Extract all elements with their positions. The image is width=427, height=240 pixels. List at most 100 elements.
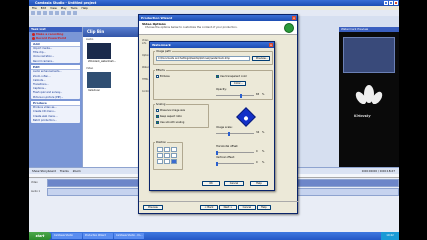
smooth-scaling-checkbox[interactable]: Use smooth scaling	[156, 121, 184, 124]
position-bottom-right[interactable]	[171, 159, 177, 164]
task-link[interactable]: Record camera...	[31, 59, 80, 63]
record-powerpoint-link[interactable]: Record PowerPoint	[29, 36, 82, 40]
close-icon[interactable]	[394, 1, 398, 5]
use-transparent-checkbox[interactable]: Use transparent color	[216, 75, 247, 78]
next-button[interactable]: Next >	[218, 205, 237, 210]
opacity-label: Opacity:	[216, 88, 227, 91]
keep-aspect-checkbox[interactable]: Keep aspect ratio	[156, 115, 182, 118]
h-offset-label: Horizontal offset:	[216, 145, 239, 148]
maximize-icon[interactable]	[389, 1, 393, 5]
checkbox-box	[156, 75, 159, 78]
minimize-icon[interactable]	[384, 1, 388, 5]
position-middle-left[interactable]	[157, 153, 163, 158]
camtasia-logo-icon	[284, 23, 294, 33]
position-middle-right[interactable]	[171, 153, 177, 158]
v-offset-slider[interactable]	[216, 161, 254, 166]
zoom-button[interactable]: Zoom	[73, 168, 81, 174]
scaling-label: Scaling	[155, 103, 167, 106]
watermark-dialog: Watermark × Image path C:\Documents and …	[149, 41, 275, 191]
preview-logo-text: Kirlovsky	[354, 114, 371, 118]
audio-clip-thumbnail[interactable]: 204-black_watermark...	[87, 43, 116, 63]
tracks-button[interactable]: Tracks	[60, 168, 69, 174]
help-button[interactable]: Help	[250, 181, 268, 186]
start-button[interactable]: start	[29, 232, 51, 240]
image-preview-button[interactable]: Preview...	[252, 56, 270, 61]
percent-sign: %	[262, 131, 265, 134]
color-button[interactable]: Color...	[230, 81, 246, 86]
opacity-slider[interactable]	[216, 93, 254, 98]
video-clip-thumbnail[interactable]: Ireliuit.avi	[87, 72, 111, 92]
v-offset-value: 0	[256, 161, 258, 164]
wizard-title: Production Wizard	[141, 16, 173, 20]
wizard-cancel-button[interactable]: Cancel	[237, 205, 256, 210]
ok-button[interactable]: OK	[202, 181, 220, 186]
percent-sign: %	[262, 93, 265, 96]
effects-group	[153, 70, 273, 100]
close-icon[interactable]: ×	[269, 43, 273, 47]
redo-icon[interactable]	[73, 11, 77, 15]
position-top-right[interactable]	[171, 147, 177, 152]
windows-taskbar: start Camtasia Studio Production Wizard …	[29, 232, 399, 240]
preview-title: Watermark Preview	[339, 27, 399, 32]
wizard-preview-button[interactable]: Preview	[143, 205, 163, 210]
image-scale-slider[interactable]	[216, 131, 254, 136]
taskbar-item[interactable]: Camtasia Studio	[52, 233, 82, 239]
new-icon[interactable]	[31, 11, 35, 15]
cut-icon[interactable]	[49, 11, 53, 15]
task-link[interactable]: Batch production...	[31, 118, 80, 122]
wizard-header: Video Options Choose the options below t…	[139, 21, 297, 35]
timecode: 0:00:00:00 / 0:00:18:27	[361, 169, 395, 173]
task-section-produce: Produce Produce video as... Create CD me…	[31, 101, 80, 123]
checkbox-box	[216, 75, 219, 78]
task-list-pane: Task List Make a recording Record PowerP…	[29, 27, 82, 167]
record-icon	[32, 36, 35, 40]
taskbar-item[interactable]: Camtasia Studio - Un...	[114, 233, 144, 239]
emboss-checkbox[interactable]: Emboss	[156, 75, 170, 78]
taskbar-item[interactable]: Production Wizard	[83, 233, 113, 239]
v-offset-label: Vertical offset:	[216, 156, 235, 159]
position-center[interactable]	[164, 153, 170, 158]
watermark-titlebar: Watermark ×	[150, 42, 274, 48]
back-button[interactable]: < Back	[199, 205, 218, 210]
effects-label: Effects	[155, 69, 166, 72]
video-clip-name: Ireliuit.avi	[88, 89, 100, 92]
paste-icon[interactable]	[61, 11, 65, 15]
preserve-size-checkbox[interactable]: Preserve image size	[156, 109, 185, 112]
show-storyboard-button[interactable]: Show Storyboard	[32, 168, 56, 174]
task-section-add: Add Import media... Title clip... Voice …	[31, 42, 80, 64]
system-clock: 10:42	[381, 232, 399, 240]
wizard-help-button[interactable]: Help	[256, 205, 271, 210]
record-icon	[32, 32, 35, 36]
undo-icon[interactable]	[67, 11, 71, 15]
image-path-input[interactable]: C:\Documents and Settings\Desktop\Kirlov…	[156, 56, 250, 61]
percent-sign: %	[262, 161, 265, 164]
wizard-subheading: Choose the options below to customize th…	[145, 26, 238, 29]
audio-track-label: Audio 1	[31, 190, 41, 193]
v-offset-slider-knob[interactable]	[216, 161, 218, 166]
audio-clip-name: 204-black_watermark...	[88, 60, 117, 63]
checkbox-box	[156, 121, 159, 124]
position-bottom-center[interactable]	[164, 159, 170, 164]
position-top-left[interactable]	[157, 147, 163, 152]
save-icon[interactable]	[43, 11, 47, 15]
position-grid	[157, 147, 177, 164]
preview-desktop-thumbnail	[343, 37, 395, 73]
close-icon[interactable]: ×	[292, 16, 296, 20]
open-icon[interactable]	[37, 11, 41, 15]
position-bottom-left[interactable]	[157, 159, 163, 164]
h-offset-slider[interactable]	[216, 150, 254, 155]
h-offset-value: 0	[256, 150, 258, 153]
task-link[interactable]: Picture-in-picture (PIP)...	[31, 95, 80, 99]
image-scale-slider-knob[interactable]	[228, 131, 230, 136]
percent-sign: %	[262, 150, 265, 153]
position-label: Position	[155, 141, 168, 144]
h-offset-slider-knob[interactable]	[216, 150, 218, 155]
opacity-slider-knob[interactable]	[240, 93, 242, 98]
window-controls	[384, 1, 398, 5]
cancel-button[interactable]: Cancel	[224, 181, 244, 186]
copy-icon[interactable]	[55, 11, 59, 15]
window-title: Camtasia Studio - Untitled project	[35, 1, 97, 5]
position-top-center[interactable]	[164, 147, 170, 152]
video-track-label: Video	[31, 181, 38, 184]
trefoil-logo-icon	[355, 85, 383, 109]
